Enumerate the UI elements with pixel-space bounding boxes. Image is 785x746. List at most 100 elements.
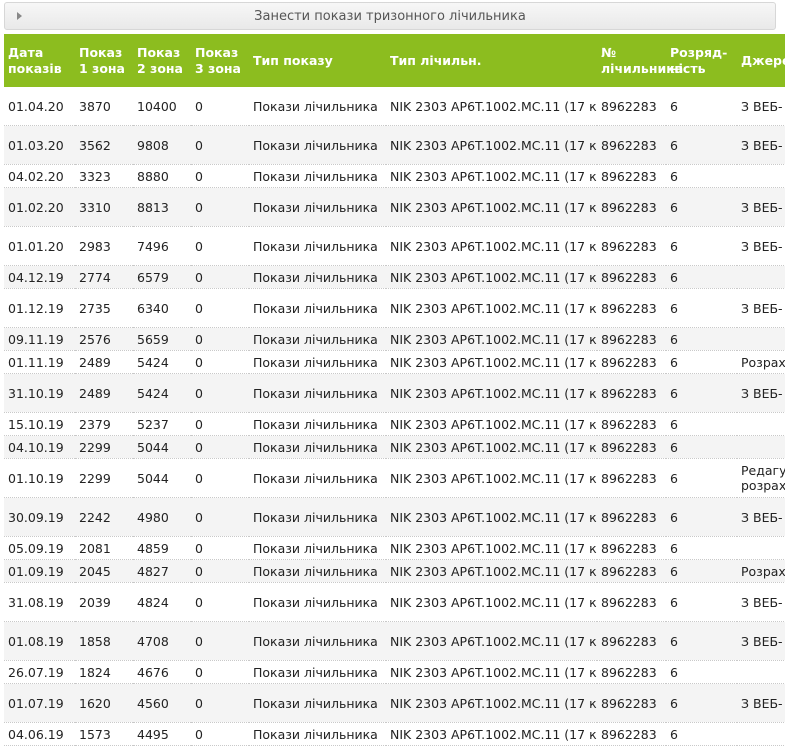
table-row[interactable]: 01.12.19 2735 6340 0 Покази лічильника NIK 23… <box>4 288 785 328</box>
table-row[interactable]: 01.07.19 1620 4560 0 Покази лічильника NIK 23… <box>4 683 785 723</box>
zone1-cell: 2039 <box>75 582 133 622</box>
meter-number-cell: 8962283 <box>597 536 666 560</box>
meter-type-cell: NIK 2303 AP6T.1002.MC.11 (17 к <box>386 559 597 583</box>
digits-cell: 6 <box>666 327 737 351</box>
reading-type-cell: Покази лічильника <box>249 435 386 459</box>
digits-cell: 6 <box>666 582 737 622</box>
table-row[interactable]: 31.08.19 2039 4824 0 Покази лічильника NIK 23… <box>4 582 785 622</box>
readings-table: Дата показів Показ 1 зона Показ 2 зона Пока… <box>4 34 785 746</box>
meter-type-cell: NIK 2303 AP6T.1002.MC.11 (17 к <box>386 621 597 661</box>
date-cell: 01.10.19 <box>4 458 75 498</box>
zone1-cell: 2735 <box>75 288 133 328</box>
source-cell: З ВЕБ- <box>737 497 785 537</box>
source-cell <box>737 265 785 289</box>
table-row[interactable]: 01.10.19 2299 5044 0 Покази лічильника NIK 23… <box>4 458 785 498</box>
zone3-cell: 0 <box>191 164 249 188</box>
zone3-cell: 0 <box>191 435 249 459</box>
meter-number-cell: 8962283 <box>597 660 666 684</box>
table-row[interactable]: 01.04.20 3870 10400 0 Покази лічильника NIK 2… <box>4 87 785 126</box>
reading-type-cell: Покази лічильника <box>249 265 386 289</box>
meter-type-cell: NIK 2303 AP6T.1002.MC.11 (17 к <box>386 187 597 227</box>
zone1-cell: 2489 <box>75 373 133 413</box>
date-cell: 01.01.20 <box>4 226 75 266</box>
reading-type-cell: Покази лічильника <box>249 722 386 746</box>
zone1-cell: 2045 <box>75 559 133 583</box>
table-row[interactable]: 15.10.19 2379 5237 0 Покази лічильника NIK 23… <box>4 412 785 436</box>
meter-type-cell: NIK 2303 AP6T.1002.MC.11 (17 к <box>386 660 597 684</box>
table-row[interactable]: 04.10.19 2299 5044 0 Покази лічильника NIK 23… <box>4 435 785 459</box>
digits-cell: 6 <box>666 722 737 746</box>
accordion-title: Занести покази тризонного лічильника <box>254 8 526 24</box>
table-row[interactable]: 05.09.19 2081 4859 0 Покази лічильника NIK 23… <box>4 536 785 560</box>
meter-type-cell: NIK 2303 AP6T.1002.MC.11 (17 к <box>386 265 597 289</box>
column-header-col-zone1[interactable]: Показ 1 зона <box>75 34 133 87</box>
table-row[interactable]: 04.06.19 1573 4495 0 Покази лічильника NIK 23… <box>4 722 785 746</box>
meter-type-cell: NIK 2303 AP6T.1002.MC.11 (17 к <box>386 582 597 622</box>
source-cell: З ВЕБ- <box>737 288 785 328</box>
source-cell: З ВЕБ- <box>737 187 785 227</box>
zone2-cell: 4708 <box>133 621 191 661</box>
digits-cell: 6 <box>666 373 737 413</box>
meter-type-cell: NIK 2303 AP6T.1002.MC.11 (17 к <box>386 435 597 459</box>
date-cell: 01.09.19 <box>4 559 75 583</box>
column-header-col-digits[interactable]: Розряд-ність <box>666 34 737 87</box>
zone1-cell: 1824 <box>75 660 133 684</box>
zone3-cell: 0 <box>191 412 249 436</box>
table-row[interactable]: 01.02.20 3310 8813 0 Покази лічильника NIK 23… <box>4 187 785 227</box>
table-row[interactable]: 01.01.20 2983 7496 0 Покази лічильника NIK 23… <box>4 226 785 266</box>
zone3-cell: 0 <box>191 559 249 583</box>
zone2-cell: 5659 <box>133 327 191 351</box>
date-cell: 01.02.20 <box>4 187 75 227</box>
reading-type-cell: Покази лічильника <box>249 559 386 583</box>
table-row[interactable]: 04.02.20 3323 8880 0 Покази лічильника NIK 23… <box>4 164 785 188</box>
zone3-cell: 0 <box>191 660 249 684</box>
digits-cell: 6 <box>666 412 737 436</box>
table-row[interactable]: 04.12.19 2774 6579 0 Покази лічильника NIK 23… <box>4 265 785 289</box>
meter-number-cell: 8962283 <box>597 458 666 498</box>
meter-type-cell: NIK 2303 AP6T.1002.MC.11 (17 к <box>386 722 597 746</box>
column-header-col-zone3[interactable]: Показ 3 зона <box>191 34 249 87</box>
zone3-cell: 0 <box>191 621 249 661</box>
table-row[interactable]: 09.11.19 2576 5659 0 Покази лічильника NIK 23… <box>4 327 785 351</box>
zone2-cell: 4980 <box>133 497 191 537</box>
accordion-enter-readings[interactable]: Занести покази тризонного лічильника <box>4 2 776 30</box>
digits-cell: 6 <box>666 458 737 498</box>
zone1-cell: 2299 <box>75 458 133 498</box>
zone2-cell: 5237 <box>133 412 191 436</box>
column-header-col-source[interactable]: Джерело <box>737 34 785 87</box>
zone3-cell: 0 <box>191 187 249 227</box>
zone1-cell: 3310 <box>75 187 133 227</box>
table-row[interactable]: 30.09.19 2242 4980 0 Покази лічильника NIK 23… <box>4 497 785 537</box>
column-header-col-zone2[interactable]: Показ 2 зона <box>133 34 191 87</box>
zone1-cell: 2242 <box>75 497 133 537</box>
meter-type-cell: NIK 2303 AP6T.1002.MC.11 (17 к <box>386 536 597 560</box>
zone3-cell: 0 <box>191 288 249 328</box>
column-header-col-date[interactable]: Дата показів <box>4 34 75 87</box>
source-cell: З ВЕБ- <box>737 87 785 126</box>
table-row[interactable]: 01.08.19 1858 4708 0 Покази лічильника NIK 23… <box>4 621 785 661</box>
column-header-col-reading-type[interactable]: Тип показу <box>249 34 386 87</box>
source-cell <box>737 327 785 351</box>
table-header-row: Дата показів Показ 1 зона Показ 2 зона Пока… <box>4 34 785 87</box>
date-cell: 04.02.20 <box>4 164 75 188</box>
table-row[interactable]: 01.03.20 3562 9808 0 Покази лічильника NIK 23… <box>4 125 785 165</box>
column-header-col-meter-number[interactable]: № лічильника <box>597 34 683 87</box>
zone1-cell: 2983 <box>75 226 133 266</box>
table-row[interactable]: 01.11.19 2489 5424 0 Покази лічильника NIK 23… <box>4 350 785 374</box>
meter-number-cell: 8962283 <box>597 87 666 126</box>
table-row[interactable]: 26.07.19 1824 4676 0 Покази лічильника NIK 23… <box>4 660 785 684</box>
reading-type-cell: Покази лічильника <box>249 660 386 684</box>
source-cell: Редагу розрах <box>737 458 785 498</box>
zone3-cell: 0 <box>191 265 249 289</box>
zone3-cell: 0 <box>191 722 249 746</box>
digits-cell: 6 <box>666 683 737 723</box>
reading-type-cell: Покази лічильника <box>249 164 386 188</box>
zone2-cell: 4827 <box>133 559 191 583</box>
digits-cell: 6 <box>666 559 737 583</box>
table-row[interactable]: 01.09.19 2045 4827 0 Покази лічильника NIK 23… <box>4 559 785 583</box>
zone2-cell: 6579 <box>133 265 191 289</box>
table-row[interactable]: 31.10.19 2489 5424 0 Покази лічильника NIK 23… <box>4 373 785 413</box>
meter-number-cell: 8962283 <box>597 350 666 374</box>
column-header-col-meter-type[interactable]: Тип лічильн. <box>386 34 597 87</box>
zone1-cell: 3323 <box>75 164 133 188</box>
